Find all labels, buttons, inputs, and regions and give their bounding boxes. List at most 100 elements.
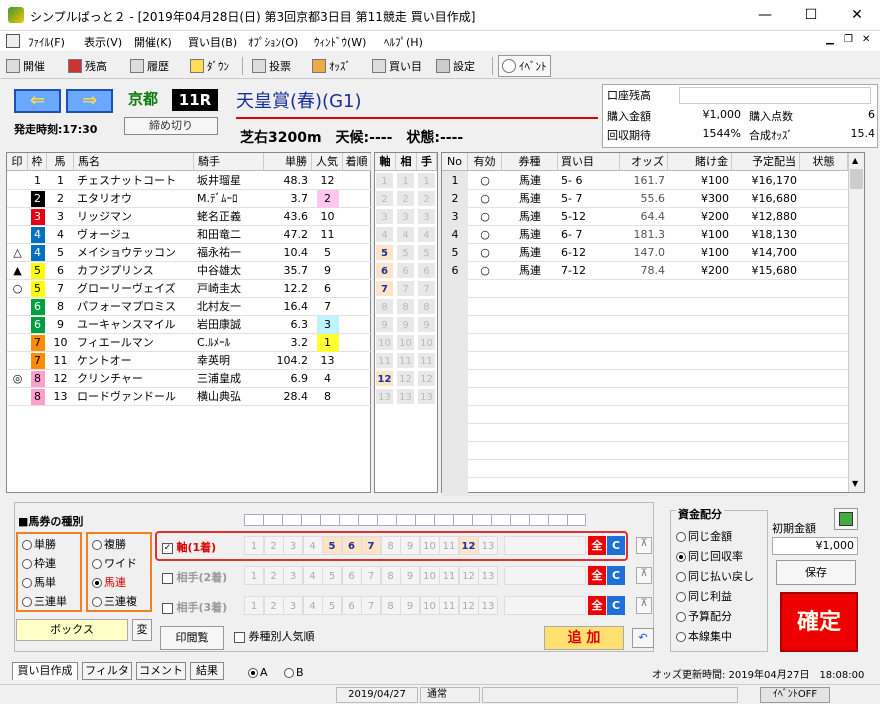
initial-amount-field[interactable]: ¥1,000: [772, 537, 858, 555]
partner-cell[interactable]: 11: [396, 352, 415, 369]
bet-row[interactable]: 4 ○ 馬連 6- 7 181.3 ¥100 ¥18,130: [442, 226, 848, 244]
partner-cell[interactable]: 3: [396, 208, 415, 225]
horse-select-box[interactable]: 5: [322, 566, 342, 585]
bet-valid[interactable]: ○: [468, 226, 502, 244]
axis-cell[interactable]: 12: [375, 370, 394, 387]
partner-cell[interactable]: 1: [396, 172, 415, 189]
horse-select-box[interactable]: 4: [302, 536, 323, 555]
horse-select-box[interactable]: 11: [439, 566, 459, 585]
mdi-minimize-icon[interactable]: ▁: [826, 34, 834, 45]
axis-cell[interactable]: 13: [375, 388, 394, 405]
bet-type-radio[interactable]: [22, 540, 32, 550]
history-tool-button[interactable]: 履歴: [126, 55, 173, 77]
horse-select-box[interactable]: 5: [322, 596, 342, 615]
horse-select-box[interactable]: 3: [283, 536, 303, 555]
calc-button[interactable]: [834, 508, 858, 530]
horse-mark[interactable]: [7, 334, 28, 352]
prev-race-button[interactable]: ⇐: [14, 89, 61, 113]
bet-valid[interactable]: ○: [468, 244, 502, 262]
hand-cell[interactable]: 10: [417, 334, 436, 351]
hand-cell[interactable]: 6: [417, 262, 436, 279]
horse-select-box[interactable]: 8: [380, 566, 401, 585]
doc-icon[interactable]: [6, 34, 20, 48]
axis-cell[interactable]: 3: [375, 208, 394, 225]
horse-select-box[interactable]: 9: [400, 566, 420, 585]
method-field[interactable]: ボックス: [16, 619, 128, 641]
horse-select-box[interactable]: 7: [361, 566, 381, 585]
horse-mark[interactable]: [7, 352, 28, 370]
confirm-button[interactable]: 確定: [780, 592, 858, 652]
print-view-button[interactable]: 印閲覧: [160, 626, 224, 650]
partner-cell[interactable]: 12: [396, 370, 415, 387]
bet-row[interactable]: 1 ○ 馬連 5- 6 161.7 ¥100 ¥16,170: [442, 172, 848, 190]
axis-toggle-icon[interactable]: ⊼: [636, 537, 652, 554]
scroll-down-icon[interactable]: ▼: [852, 479, 858, 488]
axis-cell[interactable]: 2: [375, 190, 394, 207]
menu-window[interactable]: ｳｨﾝﾄﾞｳ(W): [314, 34, 366, 50]
horse-select-box[interactable]: 3: [283, 566, 303, 585]
option-b[interactable]: B: [284, 666, 304, 679]
horse-select-box[interactable]: 10: [419, 536, 440, 555]
bet-row[interactable]: 3 ○ 馬連 5-12 64.4 ¥200 ¥12,880: [442, 208, 848, 226]
horse-select-box[interactable]: 3: [283, 596, 303, 615]
bet-row[interactable]: [442, 424, 848, 442]
horse-mark[interactable]: [7, 208, 28, 226]
partner-cell[interactable]: 8: [396, 298, 415, 315]
horse-select-box[interactable]: 1: [244, 596, 264, 615]
bet-type-option[interactable]: 馬単: [22, 574, 56, 590]
selector-toggle[interactable]: ✓ 軸(1着): [162, 539, 216, 555]
hand-cell[interactable]: 12: [417, 370, 436, 387]
horse-row[interactable]: 4 4 ヴォージュ 和田竜二 47.2 11: [7, 226, 375, 244]
horse-select-box[interactable]: 8: [380, 596, 401, 615]
axis-cell[interactable]: 6: [375, 262, 394, 279]
horse-row[interactable]: 2 2 エタリオウ M.ﾃﾞﾑｰﾛ 3.7 2: [7, 190, 375, 208]
fund-radio[interactable]: [676, 592, 686, 602]
horse-mark[interactable]: [7, 298, 28, 316]
horse-mark[interactable]: △: [7, 244, 28, 262]
horse-row[interactable]: 6 9 ユーキャンスマイル 岩田康誠 6.3 3: [7, 316, 375, 334]
fund-option[interactable]: 本線集中: [676, 628, 732, 644]
horse-select-box[interactable]: 2: [263, 566, 284, 585]
hand-cell[interactable]: 8: [417, 298, 436, 315]
bet-type-radio[interactable]: [92, 540, 102, 550]
vote-tool-button[interactable]: 投票: [248, 55, 295, 77]
bet-stake[interactable]: ¥100: [668, 172, 732, 190]
axis-toggle-icon[interactable]: ⊼: [636, 567, 652, 584]
clear-button[interactable]: C: [607, 596, 625, 615]
partner-cell[interactable]: 13: [396, 388, 415, 405]
axis-cell[interactable]: 1: [375, 172, 394, 189]
partner-cell[interactable]: 6: [396, 262, 415, 279]
horse-select-box[interactable]: 1: [244, 566, 264, 585]
bets-tool-button[interactable]: 買い目: [368, 55, 426, 77]
horse-select-box[interactable]: 9: [400, 536, 420, 555]
horse-select-box[interactable]: 7: [361, 536, 381, 555]
bet-row[interactable]: 5 ○ 馬連 6-12 147.0 ¥100 ¥14,700: [442, 244, 848, 262]
bet-row[interactable]: [442, 298, 848, 316]
bet-valid[interactable]: ○: [468, 172, 502, 190]
horse-row[interactable]: 1 1 チェスナットコート 坂井瑠星 48.3 12: [7, 172, 375, 190]
axis-toggle-icon[interactable]: ⊼: [636, 597, 652, 614]
bet-stake[interactable]: ¥200: [668, 262, 732, 280]
select-all-button[interactable]: 全: [588, 596, 606, 615]
bet-row[interactable]: [442, 478, 848, 496]
bet-type-radio[interactable]: [92, 559, 102, 569]
bet-stake[interactable]: ¥200: [668, 208, 732, 226]
axis-cell[interactable]: 5: [375, 244, 394, 261]
bet-row[interactable]: [442, 316, 848, 334]
fund-option[interactable]: 同じ払い戻し: [676, 568, 754, 584]
mdi-restore-icon[interactable]: ❐: [844, 34, 853, 45]
selector-checkbox[interactable]: [162, 602, 173, 614]
menu-file[interactable]: ﾌｧｲﾙ(F): [28, 34, 65, 50]
hand-cell[interactable]: 11: [417, 352, 436, 369]
meeting-tool-button[interactable]: 開催: [2, 55, 49, 77]
hand-cell[interactable]: 13: [417, 388, 436, 405]
partner-cell[interactable]: 7: [396, 280, 415, 297]
radio-a[interactable]: [248, 668, 258, 678]
hand-cell[interactable]: 1: [417, 172, 436, 189]
select-all-button[interactable]: 全: [588, 566, 606, 585]
horse-select-box[interactable]: 12: [458, 596, 479, 615]
bet-scrollbar[interactable]: ▲ ▼: [848, 153, 864, 492]
selector-toggle[interactable]: 相手(3着): [162, 599, 227, 615]
fund-option[interactable]: 同じ金額: [676, 528, 732, 544]
clear-button[interactable]: C: [607, 566, 625, 585]
